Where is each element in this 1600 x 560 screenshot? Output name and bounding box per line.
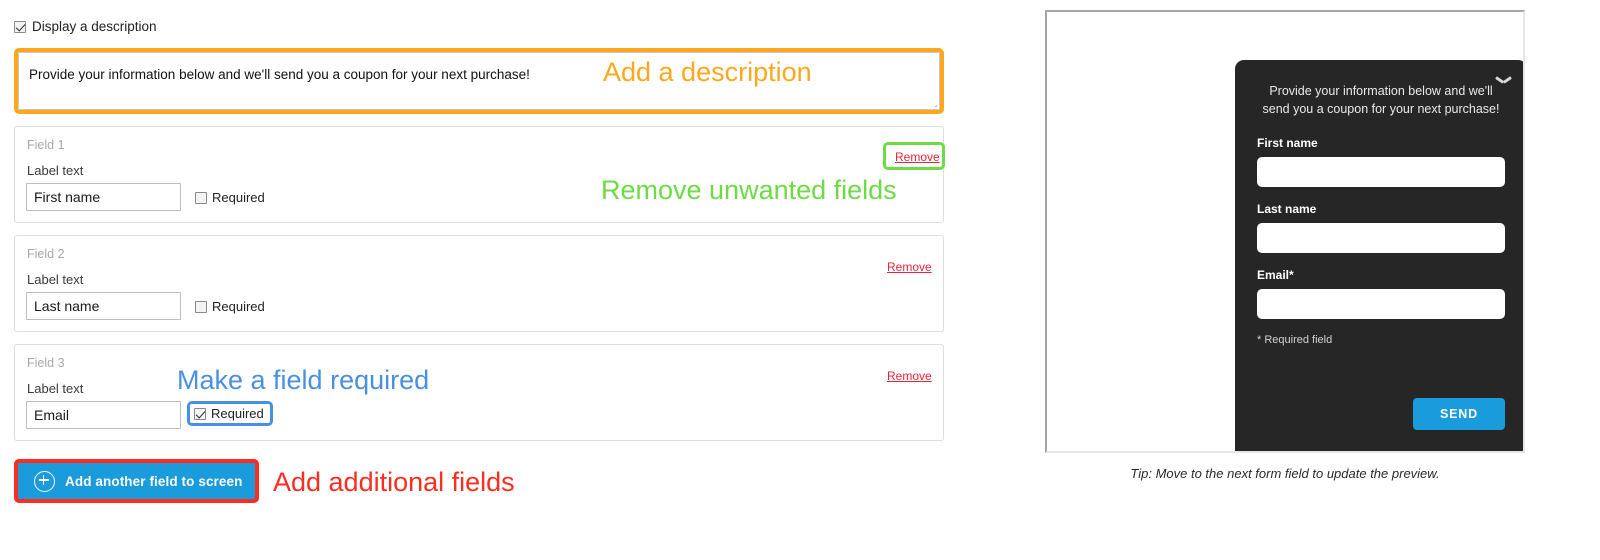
description-text: Provide your information below and we'll… <box>29 67 530 82</box>
field-required-toggle[interactable]: Required <box>187 401 273 426</box>
field-index-label: Field 1 <box>27 138 65 152</box>
form-editor-panel: Display a description Provide your infor… <box>14 18 945 503</box>
add-another-field-button[interactable]: Add another field to screen <box>18 463 255 499</box>
remove-field-link[interactable]: Remove <box>887 260 932 274</box>
chat-send-button[interactable]: SEND <box>1413 398 1505 430</box>
chat-widget-preview: Provide your information below and we'll… <box>1235 60 1523 451</box>
preview-frame: Provide your information below and we'll… <box>1045 10 1525 453</box>
field-card: Field 1 Label text Required Remove Remov… <box>14 126 945 223</box>
field-label-input[interactable] <box>26 401 181 429</box>
required-checkbox[interactable] <box>194 407 206 420</box>
field-required-toggle[interactable]: Required <box>191 297 271 316</box>
annotation-add-fields: Add additional fields <box>273 467 515 497</box>
preview-tip-text: Tip: Move to the next form field to upda… <box>1130 466 1440 481</box>
display-description-row[interactable]: Display a description <box>14 18 944 36</box>
description-highlight-box: Provide your information below and we'll… <box>14 48 944 114</box>
preview-panel: Provide your information below and we'll… <box>1045 10 1525 481</box>
add-another-field-label: Add another field to screen <box>65 473 243 489</box>
field-label-caption: Label text <box>27 381 84 396</box>
required-label: Required <box>211 406 264 421</box>
chat-email-input[interactable] <box>1257 289 1505 320</box>
chat-first-name-input[interactable] <box>1257 157 1505 188</box>
chat-field-label: First name <box>1257 136 1318 151</box>
resize-handle-icon[interactable] <box>927 97 937 107</box>
chat-field-label: Last name <box>1257 202 1317 217</box>
field-index-label: Field 2 <box>27 247 65 261</box>
field-required-toggle[interactable]: Required <box>191 188 271 207</box>
annotation-make-required: Make a field required <box>177 365 430 395</box>
plus-circle-icon <box>34 470 55 492</box>
annotation-add-description: Add a description <box>603 57 812 87</box>
chat-last-name-input[interactable] <box>1257 223 1505 254</box>
field-card: Field 3 Label text Required Remove Make … <box>14 344 944 441</box>
display-description-label: Display a description <box>32 19 157 35</box>
required-label: Required <box>212 190 265 205</box>
field-index-label: Field 3 <box>27 356 65 370</box>
field-card: Field 2 Label text Required Remove <box>14 235 944 332</box>
display-description-checkbox[interactable] <box>14 21 26 33</box>
chevron-down-icon[interactable] <box>1496 76 1511 85</box>
chat-intro-text: Provide your information below and we'll… <box>1262 84 1500 117</box>
annotation-remove-fields: Remove unwanted fields <box>601 175 897 205</box>
required-checkbox[interactable] <box>195 191 207 204</box>
field-label-input[interactable] <box>26 292 181 320</box>
chat-field-label: Email* <box>1257 268 1294 283</box>
remove-field-link[interactable]: Remove <box>887 369 932 383</box>
add-field-highlight-box: Add another field to screen Add addition… <box>14 459 515 503</box>
field-label-input[interactable] <box>26 183 181 211</box>
field-label-caption: Label text <box>27 163 84 178</box>
required-label: Required <box>212 299 265 314</box>
chat-required-note: * Required field <box>1257 334 1333 347</box>
remove-field-link[interactable]: Remove <box>895 150 940 164</box>
required-checkbox[interactable] <box>195 300 207 313</box>
field-label-caption: Label text <box>27 272 84 287</box>
